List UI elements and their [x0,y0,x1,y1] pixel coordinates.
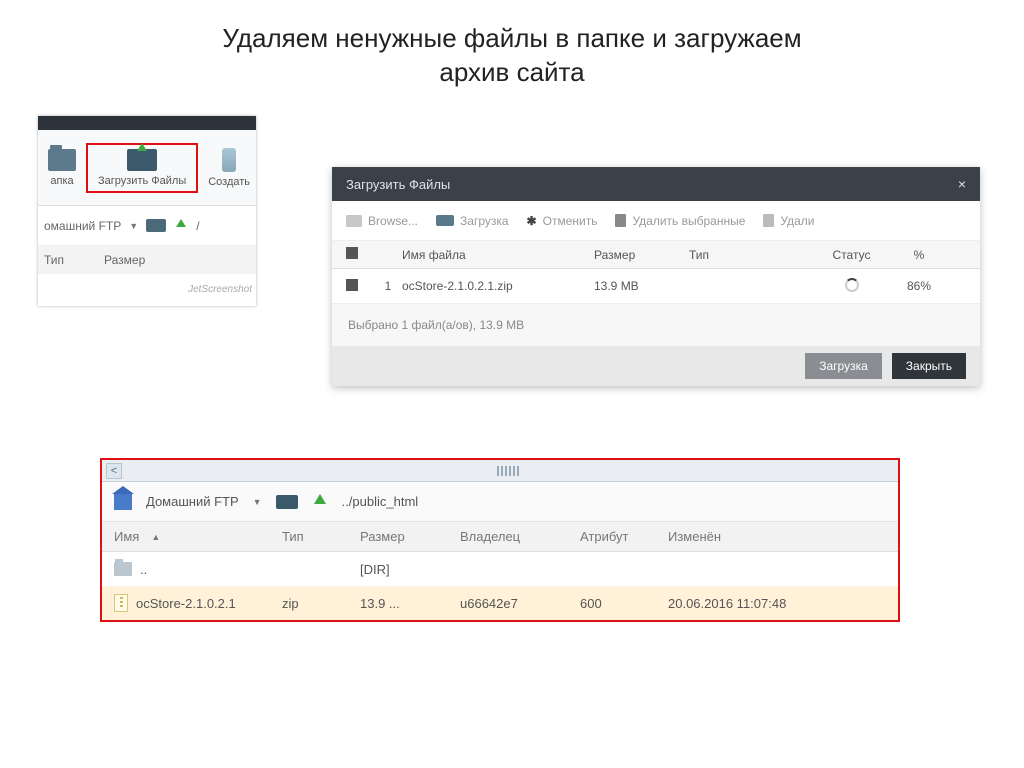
toolbar-snippet: апка Загрузить Файлы Создать омашний FTP… [38,116,256,306]
horizontal-scrollbar[interactable]: < [102,460,898,482]
slide-title: Удаляем ненужные файлы в папке и загружа… [0,22,1024,90]
col-size[interactable]: Размер [594,248,689,262]
upload-label: Загрузить Файлы [98,175,186,187]
col-size[interactable]: Размер [104,253,145,267]
dialog-titlebar: Загрузить Файлы × [332,167,980,201]
breadcrumb-row: омашний FTP ▼ / [38,206,256,246]
col-percent[interactable]: % [889,248,949,262]
folder-icon [114,562,132,576]
column-header-row: Тип Размер [38,246,256,274]
row-attr: 600 [580,596,668,611]
file-manager: < Домашний FTP ▼ ../public_html Имя ▲ Тип… [100,458,900,622]
table-header: Имя файла Размер Тип Статус % [332,241,980,269]
row-index: 1 [374,279,402,293]
parent-dir-row[interactable]: .. [DIR] [102,552,898,586]
create-icon [222,148,236,172]
drive-icon [436,215,454,226]
footer-upload-button[interactable]: Загрузка [805,353,882,379]
col-type[interactable]: Тип [44,253,64,267]
trash-icon [615,214,626,227]
zip-icon [114,594,128,612]
file-row[interactable]: ocStore-2.1.0.2.1 zip 13.9 ... u66642e7 … [102,586,898,620]
row-type: zip [282,596,360,611]
cancel-icon: ✱ [527,214,537,228]
upload-icon [127,149,157,171]
drive-icon[interactable] [276,495,298,509]
breadcrumb-label[interactable]: омашний FTP [44,219,121,233]
create-button[interactable]: Создать [202,146,256,190]
create-label: Создать [208,176,250,188]
folder-label: апка [50,175,73,187]
row-name: .. [140,562,147,577]
folder-icon [346,215,362,227]
delete-button[interactable]: Удали [763,214,814,228]
table-header: Имя ▲ Тип Размер Владелец Атрибут Изменён [102,522,898,552]
col-size[interactable]: Размер [360,529,460,544]
col-filename[interactable]: Имя файла [402,248,594,262]
dropdown-icon[interactable]: ▼ [253,497,262,507]
browse-button[interactable]: Browse... [346,214,418,228]
watermark-row: JetScreenshot [38,274,256,304]
main-toolbar: апка Загрузить Файлы Создать [38,130,256,206]
drive-icon[interactable] [146,219,166,232]
row-checkbox[interactable] [346,279,358,291]
cancel-button[interactable]: ✱Отменить [527,214,598,228]
upload-files-button[interactable]: Загрузить Файлы [86,143,198,193]
close-icon[interactable]: × [958,176,966,192]
trash-icon [763,214,774,227]
row-modified: 20.06.2016 11:07:48 [668,596,848,611]
col-name[interactable]: Имя [114,529,139,544]
status-text: Выбрано 1 файл(а/ов), 13.9 MB [332,303,980,346]
row-filename: ocStore-2.1.0.2.1.zip [402,279,594,293]
up-icon[interactable] [312,494,328,510]
row-size: 13.9 ... [360,596,460,611]
sort-asc-icon[interactable]: ▲ [151,532,160,542]
up-icon[interactable] [174,219,188,233]
dialog-title: Загрузить Файлы [346,177,450,192]
col-type[interactable]: Тип [282,529,360,544]
col-modified[interactable]: Изменён [668,529,848,544]
footer-close-button[interactable]: Закрыть [892,353,966,379]
folder-icon [48,149,76,171]
dialog-footer: Загрузка Закрыть [332,346,980,386]
col-type[interactable]: Тип [689,248,814,262]
row-name: ocStore-2.1.0.2.1 [136,596,236,611]
path-separator: / [196,219,199,233]
scroll-grip-icon[interactable] [497,466,519,476]
col-owner[interactable]: Владелец [460,529,580,544]
table-row[interactable]: 1 ocStore-2.1.0.2.1.zip 13.9 MB 86% [332,269,980,303]
dialog-toolbar: Browse... Загрузка ✱Отменить Удалить выб… [332,201,980,241]
row-owner: u66642e7 [460,596,580,611]
select-all-checkbox[interactable] [346,247,358,259]
breadcrumb-path[interactable]: ../public_html [342,494,419,509]
spinner-icon [845,278,859,292]
folder-button[interactable]: апка [42,147,82,189]
row-size: [DIR] [360,562,460,577]
col-attributes[interactable]: Атрибут [580,529,668,544]
col-status[interactable]: Статус [814,248,889,262]
row-size: 13.9 MB [594,279,689,293]
breadcrumb-bar: Домашний FTP ▼ ../public_html [102,482,898,522]
row-percent: 86% [889,279,949,293]
row-status [814,278,889,295]
dropdown-icon[interactable]: ▼ [129,221,138,231]
home-icon[interactable] [114,494,132,510]
upload-dialog: Загрузить Файлы × Browse... Загрузка ✱От… [332,167,980,386]
upload-button[interactable]: Загрузка [436,214,509,228]
delete-selected-button[interactable]: Удалить выбранные [615,214,745,228]
scroll-left-icon[interactable]: < [106,463,122,479]
watermark-text: JetScreenshot [188,284,252,295]
window-titlebar [38,116,256,130]
breadcrumb-home[interactable]: Домашний FTP [146,494,239,509]
